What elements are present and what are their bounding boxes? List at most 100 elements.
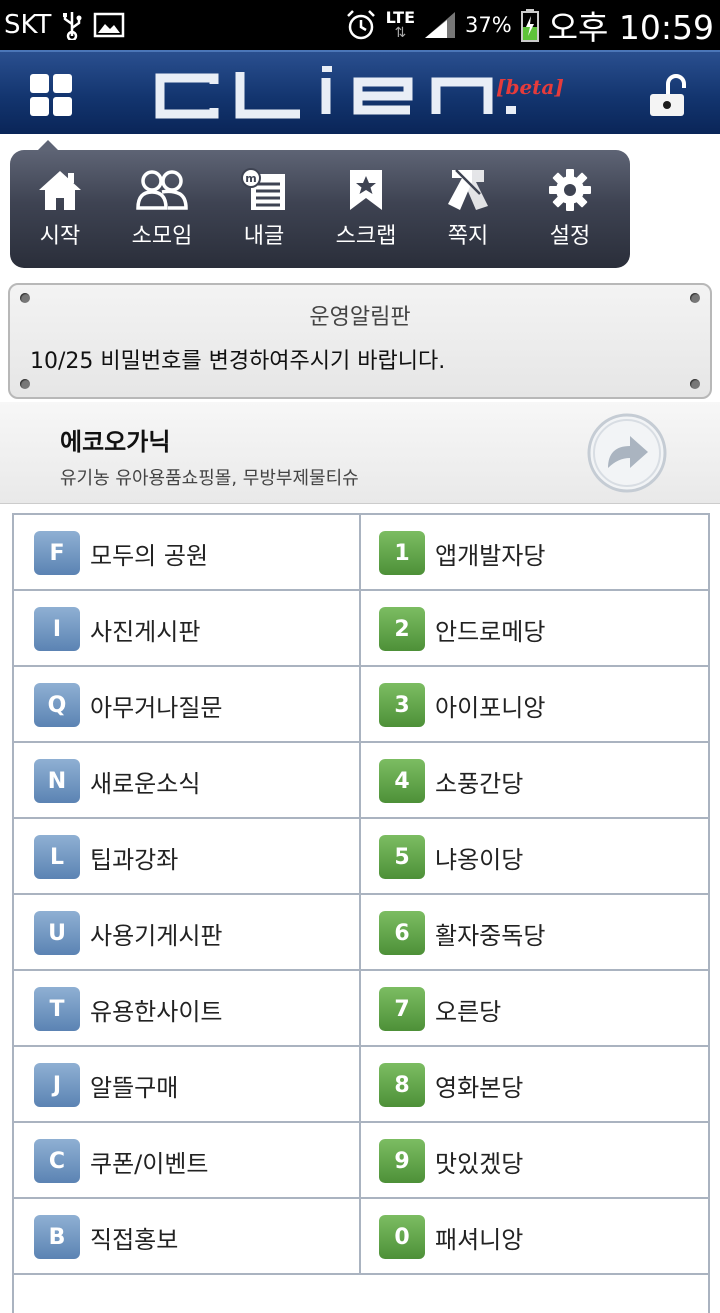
screw-decoration: [690, 379, 700, 389]
notice-message[interactable]: 10/25 비밀번호를 변경하여주시기 바랍니다.: [30, 343, 445, 375]
board-name: 활자중독당: [435, 922, 546, 950]
menu-item-my-posts[interactable]: m 내글: [214, 168, 314, 258]
board-link[interactable]: T 유용한사이트: [14, 971, 361, 1045]
status-bar-left: SKT: [4, 8, 125, 42]
clien-logo[interactable]: [beta]: [150, 64, 570, 126]
menu-item-label: 설정: [549, 224, 591, 249]
board-row: B 직접홍보 0 패셔니앙: [14, 1199, 708, 1275]
bookmark-icon: [350, 170, 382, 210]
grid-menu-button[interactable]: [28, 72, 74, 118]
menu-item-label: 시작: [39, 224, 81, 249]
board-link[interactable]: L 팁과강좌: [14, 819, 361, 893]
ad-subtitle: 유기농 유아용품쇼핑몰, 무방부제물티슈: [60, 468, 359, 489]
board-name: 팁과강좌: [90, 846, 179, 874]
board-list: F 모두의 공원 1 앱개발자당 I 사진게시판 2 안드로메당 Q 아무거나질문 3 아이포니앙 N 새…: [12, 513, 710, 1313]
board-name: 아이포니앙: [435, 694, 546, 722]
board-name: 사진게시판: [90, 618, 201, 646]
ad-title: 에코오가닉: [60, 428, 171, 456]
board-name: 오른당: [435, 998, 502, 1026]
board-row: L 팁과강좌 5 냐옹이당: [14, 819, 708, 895]
board-key-badge: 7: [379, 987, 425, 1031]
menu-item-start[interactable]: 시작: [10, 168, 110, 258]
board-row: C 쿠폰/이벤트 9 맛있겠당: [14, 1123, 708, 1199]
board-link[interactable]: 2 안드로메당: [361, 591, 708, 665]
board-link[interactable]: 5 냐옹이당: [361, 819, 708, 893]
alarm-icon: [344, 8, 378, 42]
board-key-badge: F: [34, 531, 80, 575]
unlock-button[interactable]: [646, 74, 690, 118]
board-key-badge: N: [34, 759, 80, 803]
board-link[interactable]: 4 소풍간당: [361, 743, 708, 817]
board-key-badge: J: [34, 1063, 80, 1107]
board-link[interactable]: 0 패셔니앙: [361, 1199, 708, 1273]
lte-indicator: LTE ⇅: [386, 10, 415, 41]
board-name: 유용한사이트: [90, 998, 223, 1026]
board-name: 소풍간당: [435, 770, 524, 798]
board-name: 안드로메당: [435, 618, 546, 646]
gear-icon: [549, 169, 591, 211]
my-posts-icon: m: [241, 168, 285, 210]
board-key-badge: 2: [379, 607, 425, 651]
data-arrows-icon: ⇅: [394, 25, 407, 41]
signal-icon: [423, 10, 457, 40]
menu-item-label: 스크랩: [335, 224, 397, 249]
board-name: 아무거나질문: [90, 694, 223, 722]
app-header: [beta]: [0, 50, 720, 134]
board-key-badge: 0: [379, 1215, 425, 1259]
board-link[interactable]: J 알뜰구매: [14, 1047, 361, 1121]
board-name: 쿠폰/이벤트: [90, 1150, 209, 1178]
board-row: F 모두의 공원 1 앱개발자당: [14, 515, 708, 591]
board-name: 모두의 공원: [90, 542, 209, 570]
board-link[interactable]: 9 맛있겠당: [361, 1123, 708, 1197]
board-row: I 사진게시판 2 안드로메당: [14, 591, 708, 667]
grid-icon: [30, 74, 72, 116]
board-link[interactable]: 8 영화본당: [361, 1047, 708, 1121]
menu-item-label: 쪽지: [447, 224, 489, 249]
board-link[interactable]: I 사진게시판: [14, 591, 361, 665]
group-icon: [136, 170, 188, 210]
ad-go-button[interactable]: [586, 412, 668, 494]
image-icon: [93, 12, 125, 38]
board-link[interactable]: N 새로운소식: [14, 743, 361, 817]
ad-banner[interactable]: 에코오가닉 유기농 유아용품쇼핑몰, 무방부제물티슈: [0, 402, 720, 504]
board-key-badge: I: [34, 607, 80, 651]
board-name: 맛있겠당: [435, 1150, 524, 1178]
board-key-badge: 3: [379, 683, 425, 727]
menu-item-label: 내글: [243, 224, 285, 249]
board-link[interactable]: 6 활자중독당: [361, 895, 708, 969]
board-key-badge: U: [34, 911, 80, 955]
carrier-label: SKT: [4, 10, 52, 40]
board-key-badge: C: [34, 1139, 80, 1183]
board-link[interactable]: U 사용기게시판: [14, 895, 361, 969]
board-row: U 사용기게시판 6 활자중독당: [14, 895, 708, 971]
status-bar: SKT LTE ⇅ 37% 오후 10:59: [0, 0, 720, 50]
board-key-badge: 8: [379, 1063, 425, 1107]
clock-label: 오후 10:59: [547, 8, 714, 47]
board-key-badge: Q: [34, 683, 80, 727]
board-key-badge: 1: [379, 531, 425, 575]
board-key-badge: 5: [379, 835, 425, 879]
board-link[interactable]: B 직접홍보: [14, 1199, 361, 1273]
board-key-badge: B: [34, 1215, 80, 1259]
board-row: Q 아무거나질문 3 아이포니앙: [14, 667, 708, 743]
forward-arrow-icon: [587, 413, 667, 493]
board-name: 패셔니앙: [435, 1226, 524, 1254]
menu-item-scrap[interactable]: 스크랩: [316, 168, 416, 258]
unlock-icon: [650, 74, 686, 116]
board-link[interactable]: F 모두의 공원: [14, 515, 361, 589]
battery-charging-icon: [520, 8, 540, 42]
board-name: 직접홍보: [90, 1226, 179, 1254]
menu-item-groups[interactable]: 소모임: [112, 168, 212, 258]
menu-item-settings[interactable]: 설정: [520, 168, 620, 258]
board-link[interactable]: 3 아이포니앙: [361, 667, 708, 741]
menu-item-messages[interactable]: 쪽지: [418, 168, 518, 258]
board-link[interactable]: 7 오른당: [361, 971, 708, 1045]
board-link[interactable]: 1 앱개발자당: [361, 515, 708, 589]
notice-title: 운영알림판: [309, 305, 411, 330]
board-link[interactable]: C 쿠폰/이벤트: [14, 1123, 361, 1197]
board-name: 새로운소식: [90, 770, 201, 798]
board-link[interactable]: Q 아무거나질문: [14, 667, 361, 741]
beta-label: [beta]: [496, 75, 564, 99]
board-key-badge: 6: [379, 911, 425, 955]
board-name: 냐옹이당: [435, 846, 524, 874]
